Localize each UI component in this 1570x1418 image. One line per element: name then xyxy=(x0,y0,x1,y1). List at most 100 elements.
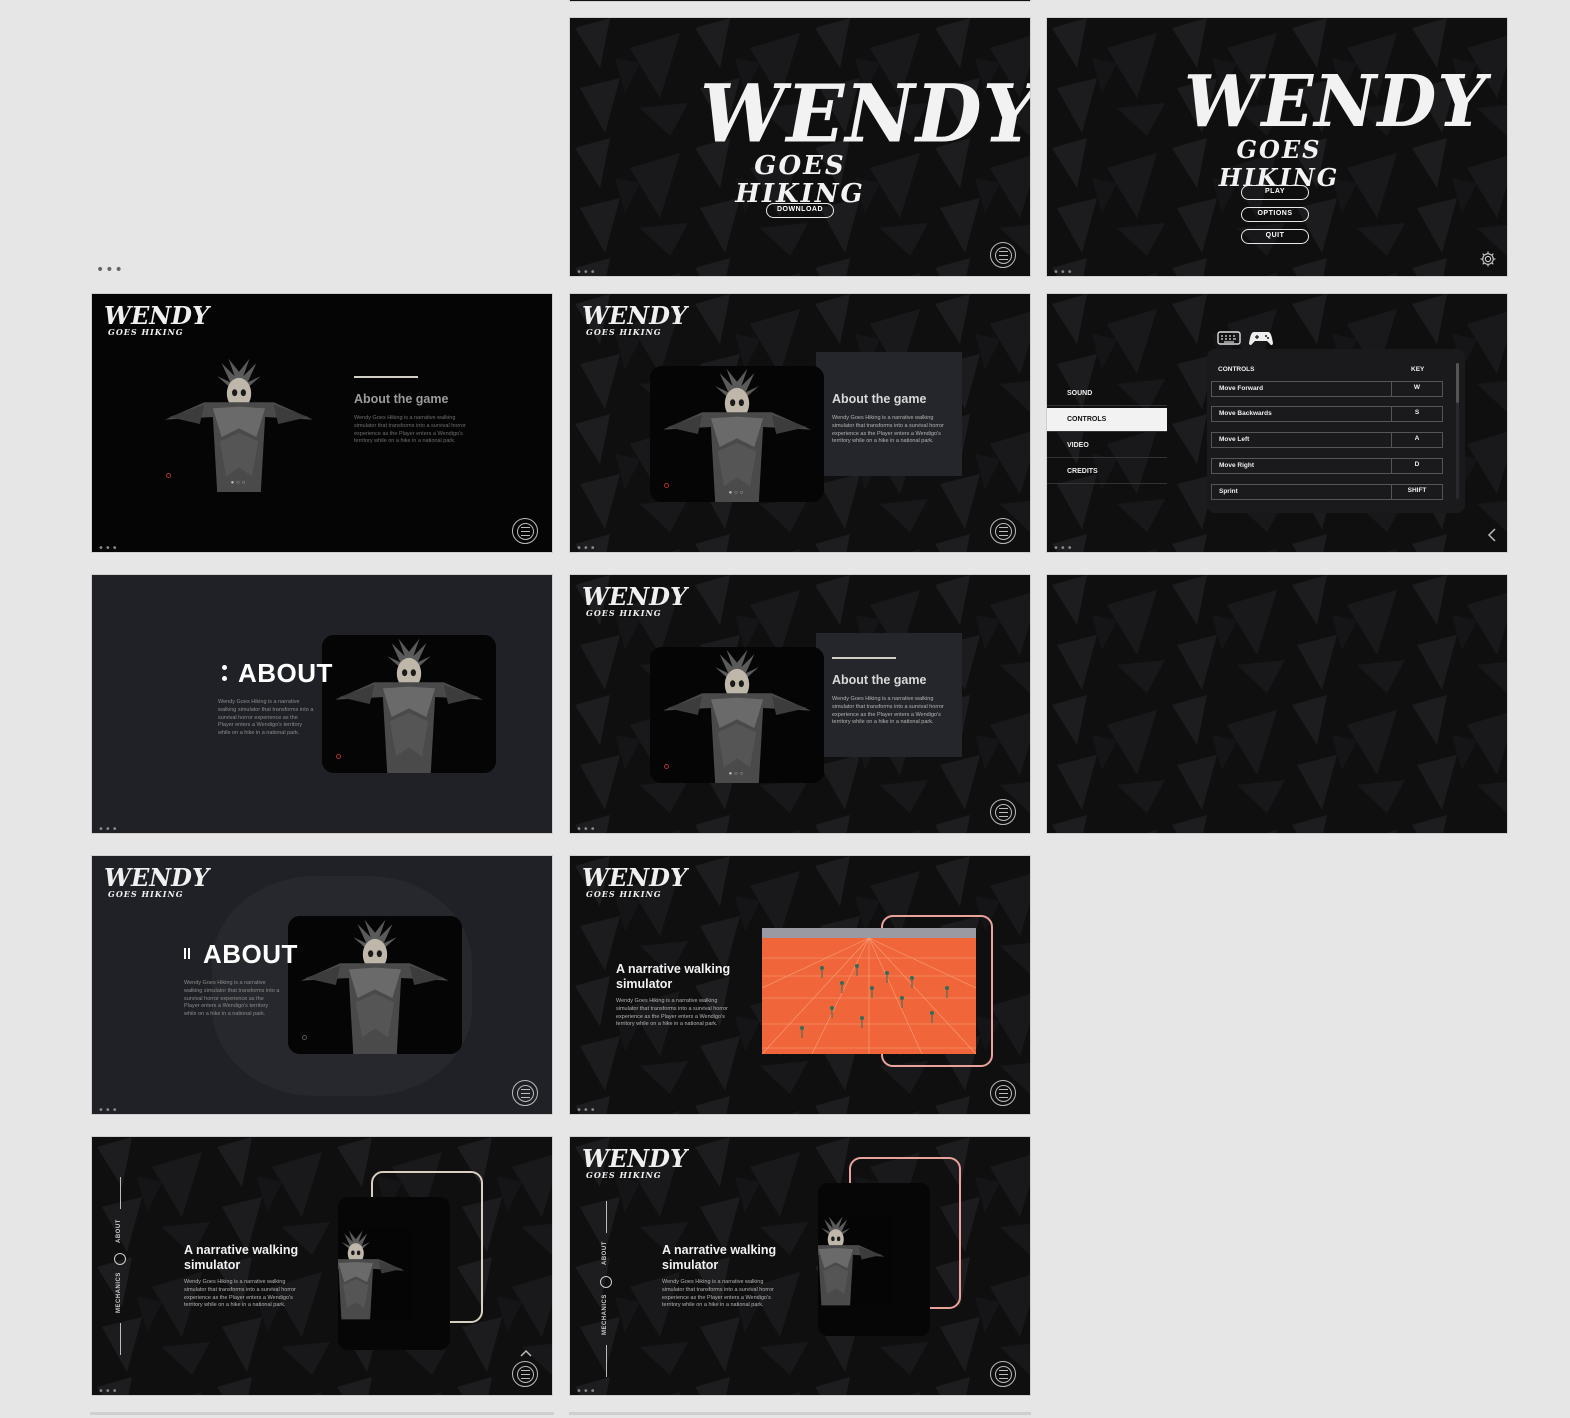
logo-title: WENDY xyxy=(700,66,1031,161)
artboard-narrative-v2[interactable]: WENDY GOES HIKING ABOUT MECHANICS A narr… xyxy=(569,1136,1031,1396)
wendigo-image xyxy=(338,1197,450,1350)
side-nav-mechanics[interactable]: MECHANICS xyxy=(602,1294,608,1335)
table-row[interactable]: Move Right D xyxy=(1211,458,1443,474)
table-row[interactable]: Move Left A xyxy=(1211,432,1443,448)
wendigo-image xyxy=(288,916,462,1054)
artboard-dots[interactable]: ••• xyxy=(576,1386,597,1395)
action-label: Move Forward xyxy=(1219,385,1264,392)
artboard-download[interactable]: WENDY GOES HIKING DOWNLOAD ••• xyxy=(569,17,1031,277)
artboard-about-big-v2[interactable]: WENDY GOES HIKING ABOUT Wendy Goes Hikin… xyxy=(91,855,553,1115)
record-indicator xyxy=(166,473,171,478)
table-row[interactable]: Move Forward W xyxy=(1211,381,1443,397)
about-body: Wendy Goes Hiking is a narrative walking… xyxy=(218,699,314,737)
side-nav-indicator[interactable] xyxy=(600,1276,612,1288)
artboard-about-v3[interactable]: WENDY GOES HIKING ●○○ About the game Wen… xyxy=(569,574,1031,834)
gameplay-screenshot xyxy=(762,928,976,1054)
narrative-heading: A narrative walking simulator xyxy=(184,1243,299,1272)
record-indicator xyxy=(336,754,341,759)
quit-button[interactable]: QUIT xyxy=(1241,229,1309,244)
wendigo-image: ●○○ xyxy=(650,366,824,502)
narrative-heading: A narrative walking simulator xyxy=(662,1243,777,1272)
about-body: Wendy Goes Hiking is a narrative walking… xyxy=(832,696,944,726)
scroll-up-chevron-icon[interactable] xyxy=(520,1349,532,1357)
hamburger-menu-icon[interactable] xyxy=(990,1080,1016,1106)
controls-table: CONTROLS KEY Move Forward W Move Backward… xyxy=(1207,349,1465,513)
hamburger-menu-icon[interactable] xyxy=(990,242,1016,268)
key-binding[interactable]: W xyxy=(1391,381,1442,397)
logo-title: WENDY xyxy=(1184,60,1487,145)
gamepad-icon[interactable] xyxy=(1249,329,1273,346)
tab-video[interactable]: VIDEO xyxy=(1047,434,1167,458)
artboard-about-big-v1[interactable]: ABOUT Wendy Goes Hiking is a narrative w… xyxy=(91,574,553,834)
scrollbar[interactable] xyxy=(1456,363,1459,499)
tab-controls[interactable]: CONTROLS xyxy=(1047,408,1167,432)
artboard-settings-controls[interactable]: SOUND CONTROLS VIDEO CREDITS CONTROLS KE… xyxy=(1046,293,1508,553)
side-nav-line xyxy=(120,1177,121,1209)
artboard-dots[interactable]: ••• xyxy=(576,824,597,833)
board-more-dots[interactable]: ••• xyxy=(96,262,124,278)
carousel-pager[interactable]: ●○○ xyxy=(729,490,746,496)
wendy-logo-small: WENDY GOES HIKING xyxy=(582,866,687,899)
key-binding[interactable]: A xyxy=(1391,432,1442,448)
logo-subtitle: GOES HIKING xyxy=(1218,135,1340,192)
gear-icon[interactable] xyxy=(1479,250,1497,268)
artboard-empty[interactable] xyxy=(1046,574,1508,834)
heading-rule xyxy=(832,657,896,659)
carousel-pager[interactable]: ●○○ xyxy=(729,771,746,777)
artboard-dots[interactable]: ••• xyxy=(576,543,597,552)
artboard-narrative-gameplay[interactable]: WENDY GOES HIKING A narrative walking si… xyxy=(569,855,1031,1115)
logo-title: WENDY xyxy=(582,301,688,330)
scrollbar-thumb[interactable] xyxy=(1456,363,1459,403)
wendy-logo-small: WENDY GOES HIKING xyxy=(104,863,210,899)
keyboard-icon[interactable] xyxy=(1217,330,1241,346)
artboard-narrative-v1[interactable]: ABOUT MECHANICS A narrative walking simu… xyxy=(91,1136,553,1396)
logo-title: WENDY xyxy=(104,301,210,330)
artboard-dots[interactable]: ••• xyxy=(576,1105,597,1114)
play-button[interactable]: PLAY xyxy=(1241,185,1309,200)
table-row[interactable]: Move Backwards S xyxy=(1211,406,1443,422)
wendy-logo-small: WENDY GOES HIKING xyxy=(582,585,687,618)
hamburger-menu-icon[interactable] xyxy=(512,1080,538,1106)
tab-credits[interactable]: CREDITS xyxy=(1047,460,1167,484)
wendy-logo-small: WENDY GOES HIKING xyxy=(582,301,688,337)
wendy-logo: WENDY GOES HIKING xyxy=(700,66,1031,209)
hamburger-menu-icon[interactable] xyxy=(990,799,1016,825)
hamburger-menu-icon[interactable] xyxy=(990,1361,1016,1387)
logo-subtitle: GOES HIKING xyxy=(735,151,865,209)
hamburger-menu-icon[interactable] xyxy=(990,518,1016,544)
hamburger-menu-icon[interactable] xyxy=(512,1361,538,1387)
key-binding[interactable]: SHIFT xyxy=(1391,484,1442,500)
artboard-about-v2[interactable]: WENDY GOES HIKING ●○○ About the game Wen… xyxy=(569,293,1031,553)
record-indicator xyxy=(664,764,669,769)
side-nav-about[interactable]: ABOUT xyxy=(116,1219,122,1243)
about-body: Wendy Goes Hiking is a narrative walking… xyxy=(832,415,944,445)
hamburger-menu-icon[interactable] xyxy=(512,518,538,544)
narrative-body: Wendy Goes Hiking is a narrative walking… xyxy=(616,998,728,1028)
artboard-about-v1[interactable]: WENDY GOES HIKING ●○○ About the game Wen… xyxy=(91,293,553,553)
key-binding[interactable]: S xyxy=(1391,406,1442,422)
wendy-logo-small: WENDY GOES HIKING xyxy=(104,301,210,337)
artboard-dots[interactable]: ••• xyxy=(1053,267,1074,276)
logo-title: WENDY xyxy=(104,863,210,892)
options-button[interactable]: OPTIONS xyxy=(1241,207,1309,222)
side-nav-mechanics[interactable]: MECHANICS xyxy=(116,1272,122,1313)
record-indicator xyxy=(664,483,669,488)
tab-sound[interactable]: SOUND xyxy=(1047,382,1167,406)
artboard-main-menu[interactable]: WENDY GOES HIKING PLAY OPTIONS QUIT ••• xyxy=(1046,17,1508,277)
colon-marker xyxy=(222,665,228,685)
key-binding[interactable]: D xyxy=(1391,458,1442,474)
artboard-partial-bottom-mid xyxy=(569,1412,1031,1415)
artboard-dots[interactable]: ••• xyxy=(98,1386,119,1395)
artboard-dots[interactable]: ••• xyxy=(98,824,119,833)
side-nav-indicator[interactable] xyxy=(114,1253,126,1265)
artboard-dots[interactable]: ••• xyxy=(98,1105,119,1114)
table-row[interactable]: Sprint SHIFT xyxy=(1211,484,1443,500)
carousel-pager[interactable]: ●○○ xyxy=(231,480,248,486)
artboard-dots[interactable]: ••• xyxy=(98,543,119,552)
artboard-dots[interactable]: ••• xyxy=(1053,543,1074,552)
side-nav-about[interactable]: ABOUT xyxy=(602,1241,608,1265)
download-button[interactable]: DOWNLOAD xyxy=(766,203,834,218)
artboard-partial-bottom-left xyxy=(90,1412,554,1415)
artboard-dots[interactable]: ••• xyxy=(576,267,597,276)
back-chevron-icon[interactable] xyxy=(1487,528,1497,542)
